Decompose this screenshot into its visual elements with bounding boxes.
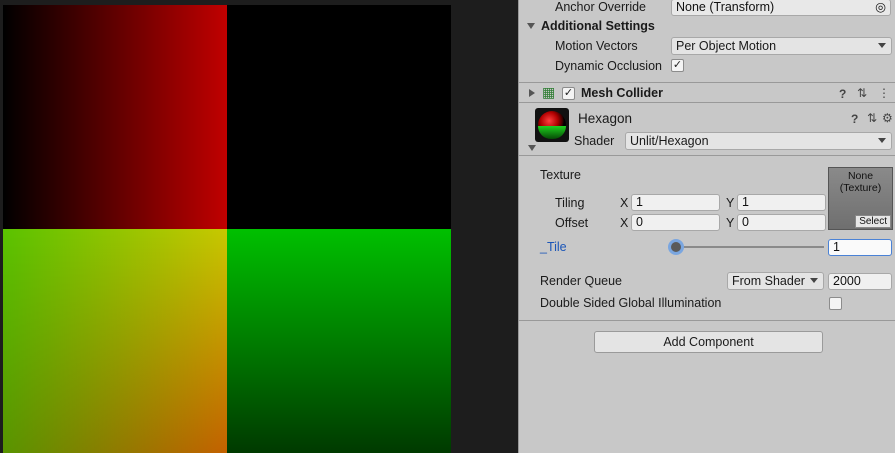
quadrant-bottom-left <box>3 229 227 453</box>
object-picker-icon[interactable]: ◎ <box>875 0 886 15</box>
divider <box>519 155 895 156</box>
motion-vectors-dropdown[interactable]: Per Object Motion <box>671 37 892 55</box>
tiling-y-input[interactable]: 1 <box>737 194 826 211</box>
divider <box>519 82 895 83</box>
offset-label: Offset <box>555 216 589 230</box>
divider <box>519 102 895 103</box>
shader-value: Unlit/Hexagon <box>630 134 709 148</box>
tiling-x-label: X <box>620 196 629 210</box>
offset-y-input[interactable]: 0 <box>737 214 826 231</box>
tile-slider-thumb[interactable] <box>668 239 684 255</box>
quadrant-top-right <box>227 5 451 229</box>
chevron-down-icon <box>878 138 886 143</box>
chevron-down-icon <box>810 278 818 283</box>
material-settings-icon[interactable]: ⚙ <box>882 112 893 124</box>
scene-viewport[interactable] <box>0 0 518 453</box>
shader-dropdown[interactable]: Unlit/Hexagon <box>625 132 892 150</box>
render-queue-input[interactable]: 2000 <box>828 273 892 290</box>
offset-x-input[interactable]: 0 <box>631 214 720 231</box>
sphere-icon <box>538 111 566 139</box>
offset-y-label: Y <box>726 216 735 230</box>
add-component-button[interactable]: Add Component <box>594 331 823 353</box>
material-name: Hexagon <box>578 111 633 126</box>
anchor-override-field[interactable]: None (Transform) ◎ <box>671 0 891 16</box>
tile-value-input[interactable]: 1 <box>828 239 892 256</box>
material-help-icon[interactable]: ? <box>851 113 858 125</box>
material-presets-icon[interactable]: ⇅ <box>867 112 877 124</box>
mesh-collider-enabled-checkbox[interactable]: ✓ <box>562 87 575 100</box>
quadrant-top-left <box>3 5 227 229</box>
tiling-y-label: Y <box>726 196 735 210</box>
quadrant-bottom-right <box>227 229 451 453</box>
dsgi-label: Double Sided Global Illumination <box>540 296 722 310</box>
texture-none-text: None <box>847 170 874 182</box>
texture-label: Texture <box>540 168 581 182</box>
dynamic-occlusion-checkbox[interactable]: ✓ <box>671 59 684 72</box>
uv-gradient-render <box>3 5 451 453</box>
mesh-collider-foldout-icon[interactable] <box>529 89 535 97</box>
additional-settings-header[interactable]: Additional Settings <box>541 19 655 33</box>
help-icon[interactable]: ? <box>839 88 846 100</box>
dynamic-occlusion-label: Dynamic Occlusion <box>555 59 662 73</box>
offset-x-label: X <box>620 216 629 230</box>
shader-label: Shader <box>574 134 615 148</box>
render-queue-mode: From Shader <box>732 274 805 288</box>
mesh-collider-title[interactable]: Mesh Collider <box>581 86 663 100</box>
tile-slider-track[interactable] <box>676 246 824 248</box>
chevron-down-icon <box>878 43 886 48</box>
divider <box>519 320 895 321</box>
texture-slot[interactable]: None (Texture) Select <box>828 167 893 230</box>
material-foldout-icon[interactable] <box>528 145 536 151</box>
tile-property-label: _Tile <box>540 240 567 254</box>
anchor-override-value: None (Transform) <box>676 0 775 14</box>
additional-settings-foldout-icon[interactable] <box>527 23 535 29</box>
dsgi-checkbox[interactable] <box>829 297 842 310</box>
texture-select-button[interactable]: Select <box>855 215 891 228</box>
tiling-x-input[interactable]: 1 <box>631 194 720 211</box>
anchor-override-label: Anchor Override <box>555 0 647 14</box>
material-preview-sphere <box>535 108 569 142</box>
more-menu-icon[interactable]: ⋮ <box>878 87 890 99</box>
tiling-label: Tiling <box>555 196 585 210</box>
render-queue-dropdown[interactable]: From Shader <box>727 272 824 290</box>
motion-vectors-value: Per Object Motion <box>676 39 777 53</box>
render-queue-label: Render Queue <box>540 274 623 288</box>
presets-icon[interactable]: ⇅ <box>857 87 867 99</box>
motion-vectors-label: Motion Vectors <box>555 39 638 53</box>
mesh-collider-grid-icon: ▦ <box>542 84 556 100</box>
inspector-panel: Anchor Override None (Transform) ◎ Addit… <box>518 0 895 453</box>
texture-type-text: (Texture) <box>839 182 882 194</box>
